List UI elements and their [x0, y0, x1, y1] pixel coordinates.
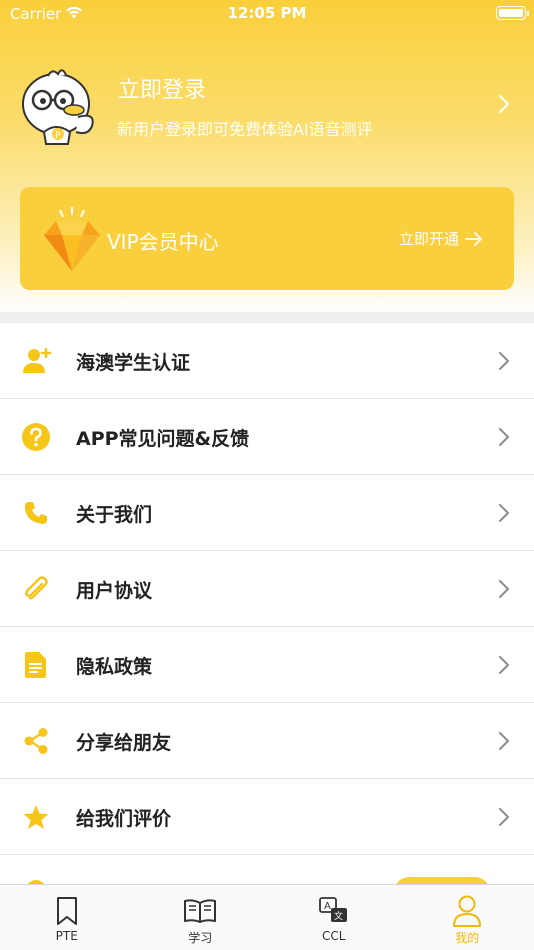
bookmark-icon: [50, 895, 84, 927]
section-divider: [0, 312, 534, 323]
tab-label: 我的: [455, 931, 480, 945]
menu-item-about-us[interactable]: 关于我们: [0, 475, 534, 551]
menu-item-faq-feedback[interactable]: APP常见问题&反馈: [0, 399, 534, 475]
chevron-right-icon: [499, 656, 509, 674]
add-user-icon: [20, 345, 52, 377]
star-icon: [20, 801, 52, 833]
share-icon: [20, 725, 52, 757]
menu-item-privacy-policy[interactable]: 隐私政策: [0, 627, 534, 703]
vip-card[interactable]: VIP会员中心 立即开通: [20, 187, 514, 290]
clock: 12:05 PM: [227, 4, 307, 22]
settings-menu: 海澳学生认证 APP常见问题&反馈 关于我们 用户协议 隐私政策 分享给朋友 给…: [0, 323, 534, 855]
menu-item-label: 给我们评价: [76, 808, 172, 830]
tab-study[interactable]: 学习: [134, 885, 268, 950]
phone-icon: [20, 497, 52, 529]
menu-item-rate-us[interactable]: 给我们评价: [0, 779, 534, 855]
menu-item-label: APP常见问题&反馈: [76, 428, 250, 450]
tab-label: PTE: [55, 929, 78, 943]
translate-icon: A 文: [317, 895, 351, 927]
chevron-right-icon[interactable]: [497, 94, 511, 114]
vip-title: VIP会员中心: [107, 230, 219, 254]
login-title[interactable]: 立即登录: [118, 72, 206, 104]
book-icon: [183, 895, 217, 927]
menu-item-user-agreement[interactable]: 用户协议: [0, 551, 534, 627]
chevron-right-icon: [499, 428, 509, 446]
paperclip-icon: [20, 573, 52, 605]
vip-open-button[interactable]: 立即开通: [399, 228, 483, 249]
tab-bar: PTE 学习 A 文 CCL 我的: [0, 884, 534, 950]
svg-text:A: A: [324, 901, 331, 912]
diamond-icon: [44, 207, 100, 271]
login-subtitle: 新用户登录即可免费体验AI语音测评: [117, 120, 373, 139]
question-circle-icon: [20, 421, 52, 453]
menu-item-share[interactable]: 分享给朋友: [0, 703, 534, 779]
duck-mascot-avatar: P: [22, 69, 94, 145]
menu-item-student-verification[interactable]: 海澳学生认证: [0, 323, 534, 399]
menu-item-label: 用户协议: [76, 580, 153, 602]
status-bar: Carrier 12:05 PM: [0, 0, 534, 28]
tab-label: 学习: [188, 931, 213, 945]
chevron-right-icon: [499, 580, 509, 598]
person-icon: [450, 895, 484, 927]
tab-pte[interactable]: PTE: [0, 885, 134, 950]
chevron-right-icon: [499, 732, 509, 750]
chevron-right-icon: [499, 808, 509, 826]
chevron-right-icon: [499, 504, 509, 522]
menu-item-label: 分享给朋友: [76, 732, 172, 754]
tab-label: CCL: [322, 929, 346, 943]
tab-mine[interactable]: 我的: [401, 885, 534, 950]
menu-item-label: 隐私政策: [76, 656, 153, 678]
vip-open-label: 立即开通: [399, 230, 460, 248]
battery-icon: [496, 6, 529, 20]
menu-item-label: 关于我们: [76, 504, 153, 526]
chevron-right-icon: [499, 352, 509, 370]
menu-item-label: 海澳学生认证: [76, 352, 191, 374]
svg-text:文: 文: [334, 910, 343, 922]
document-icon: [20, 649, 52, 681]
arrow-right-icon: [465, 231, 482, 246]
svg-text:P: P: [55, 131, 61, 141]
tab-ccl[interactable]: A 文 CCL: [267, 885, 401, 950]
